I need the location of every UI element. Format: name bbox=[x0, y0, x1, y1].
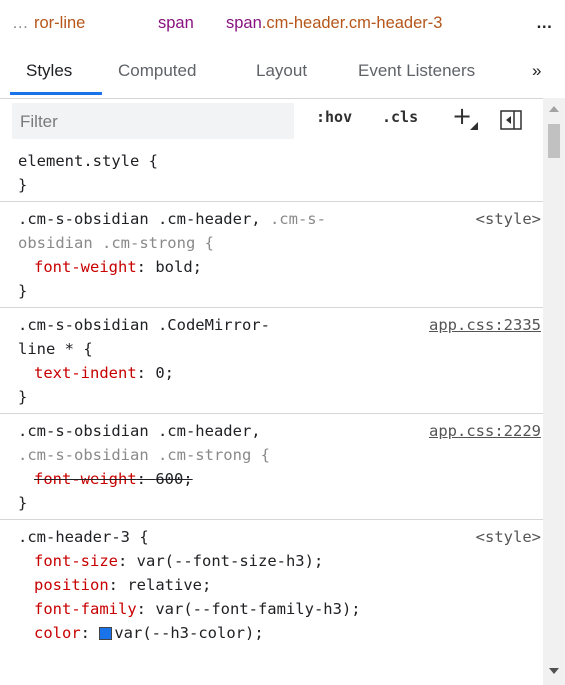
property-name[interactable]: font-size bbox=[34, 552, 118, 570]
style-rule-element-style: element.style { } bbox=[0, 144, 543, 202]
rule-source-link-app-css-2229[interactable]: app.css:2229 bbox=[429, 419, 541, 443]
property-name[interactable]: color bbox=[34, 624, 81, 642]
rule-selector-line-2[interactable]: obsidian .cm-strong { bbox=[18, 231, 543, 255]
declaration[interactable]: position: relative; bbox=[18, 573, 543, 597]
class-toggle-button[interactable]: .cls bbox=[382, 108, 418, 126]
scroll-thumb[interactable] bbox=[548, 124, 560, 158]
property-name[interactable]: font-weight bbox=[34, 470, 137, 488]
rule-close-brace: } bbox=[18, 388, 28, 406]
style-rule-obsidian-header-appcss: app.css:2229 .cm-s-obsidian .cm-header, … bbox=[0, 414, 543, 520]
tabs-more-icon[interactable]: » bbox=[532, 61, 541, 81]
tab-event-listeners[interactable]: Event Listeners bbox=[358, 61, 475, 81]
property-value[interactable]: relative; bbox=[127, 576, 211, 594]
property-value[interactable]: var(--h3-color); bbox=[114, 624, 263, 642]
rule-selector-line-2[interactable]: line * { bbox=[18, 337, 543, 361]
property-name[interactable]: text-indent bbox=[34, 364, 137, 382]
toggle-sidebar-icon[interactable] bbox=[500, 110, 522, 130]
style-rule-codemirror-line: app.css:2335 .cm-s-obsidian .CodeMirror-… bbox=[0, 308, 543, 414]
declaration[interactable]: font-family: var(--font-family-h3); bbox=[18, 597, 543, 621]
rule-selector[interactable]: element.style { bbox=[18, 149, 543, 173]
rule-close-brace: } bbox=[18, 176, 28, 194]
rule-selector-line-2[interactable]: .cm-s-obsidian .cm-strong { bbox=[18, 443, 543, 467]
rule-selector-line-1[interactable]: .cm-s-obsidian .cm-header, .cm-s- bbox=[18, 207, 543, 231]
breadcrumb-item-ror-line[interactable]: ror-line bbox=[34, 14, 85, 33]
breadcrumb-item-span-cm-header[interactable]: span.cm-header.cm-header-3 bbox=[226, 14, 442, 33]
tab-computed[interactable]: Computed bbox=[118, 61, 196, 81]
property-value[interactable]: 0; bbox=[155, 364, 174, 382]
property-name[interactable]: font-family bbox=[34, 600, 137, 618]
filter-input[interactable]: Filter bbox=[12, 103, 294, 139]
styles-toolbar: Filter :hov .cls + bbox=[0, 98, 543, 144]
breadcrumb-overflow-left[interactable]: … bbox=[12, 14, 29, 33]
tab-layout[interactable]: Layout bbox=[256, 61, 307, 81]
scroll-up-icon[interactable] bbox=[549, 106, 559, 112]
property-value[interactable]: 600; bbox=[155, 470, 192, 488]
declaration[interactable]: font-size: var(--font-size-h3); bbox=[18, 549, 543, 573]
declaration[interactable]: font-weight: bold; bbox=[18, 255, 543, 279]
hover-state-button[interactable]: :hov bbox=[316, 108, 352, 126]
rule-close-brace: } bbox=[18, 282, 28, 300]
property-name[interactable]: font-weight bbox=[34, 258, 137, 276]
property-value[interactable]: bold; bbox=[155, 258, 202, 276]
property-name[interactable]: position bbox=[34, 576, 109, 594]
declaration[interactable]: color: var(--h3-color); bbox=[18, 621, 543, 645]
styles-pane: element.style { } <style> .cm-s-obsidian… bbox=[0, 144, 543, 685]
style-rule-cm-header-3: <style> .cm-header-3 { font-size: var(--… bbox=[0, 520, 543, 649]
tab-styles[interactable]: Styles bbox=[26, 61, 72, 81]
sidebar-tabs: Styles Computed Layout Event Listeners » bbox=[0, 46, 565, 99]
breadcrumb-overflow-right[interactable]: … bbox=[536, 14, 553, 33]
rule-source-style-tag[interactable]: <style> bbox=[476, 525, 541, 549]
new-rule-dropdown-icon[interactable] bbox=[470, 122, 478, 130]
selector-matched: .cm-s-obsidian .cm-header, bbox=[18, 210, 261, 228]
rule-close-brace: } bbox=[18, 494, 28, 512]
breadcrumb-item-span[interactable]: span bbox=[158, 14, 194, 33]
overridden-declaration[interactable]: font-weight: 600; bbox=[18, 467, 543, 491]
declaration[interactable]: text-indent: 0; bbox=[18, 361, 543, 385]
property-value[interactable]: var(--font-family-h3); bbox=[155, 600, 360, 618]
property-value[interactable]: var(--font-size-h3); bbox=[137, 552, 324, 570]
rule-source-link-app-css-2335[interactable]: app.css:2335 bbox=[429, 313, 541, 337]
styles-scrollbar[interactable] bbox=[543, 98, 565, 685]
color-swatch-icon[interactable] bbox=[99, 627, 113, 640]
element-breadcrumb: … ror-line span span.cm-header.cm-header… bbox=[0, 0, 565, 46]
active-tab-indicator bbox=[10, 92, 102, 95]
style-rule-obsidian-header-inline: <style> .cm-s-obsidian .cm-header, .cm-s… bbox=[0, 202, 543, 308]
scroll-down-icon[interactable] bbox=[549, 668, 559, 674]
rule-source-style-tag[interactable]: <style> bbox=[476, 207, 541, 231]
rule-selector-line-1[interactable]: .cm-header-3 { bbox=[18, 525, 543, 549]
selector-unmatched: .cm-s- bbox=[260, 210, 326, 228]
